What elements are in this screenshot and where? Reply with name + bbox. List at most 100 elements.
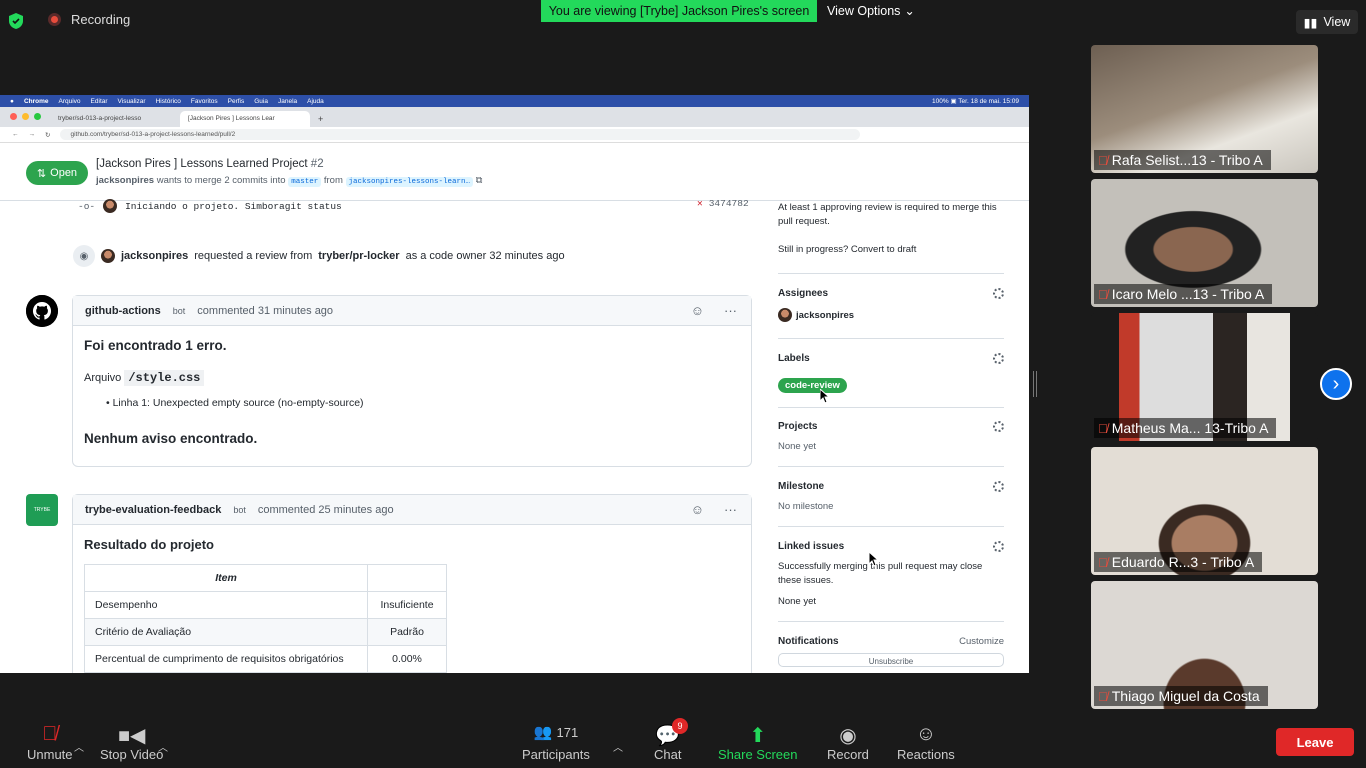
trybe-avatar[interactable]: TRYBE — [26, 494, 58, 526]
mac-menu-4[interactable]: Histórico — [156, 98, 181, 105]
labels-heading[interactable]: Labels — [778, 353, 810, 364]
pull-request-icon: ⇅ — [36, 167, 47, 180]
reload-icon[interactable]: ↻ — [45, 131, 50, 139]
gear-icon[interactable] — [993, 481, 1004, 492]
browser-tab-1[interactable]: tryber/sd-013-a-project-lesso — [50, 111, 180, 127]
more-options-icon[interactable]: ··· — [724, 303, 737, 318]
table-cell: Padrão — [367, 618, 447, 646]
review-user[interactable]: jacksonpires — [121, 250, 188, 262]
table-header-item: Item — [84, 564, 368, 592]
base-branch[interactable]: master — [288, 177, 322, 187]
emoji-reaction-icon[interactable]: ☺ — [691, 303, 704, 318]
back-icon[interactable]: ← — [12, 131, 19, 138]
security-shield-icon[interactable] — [8, 12, 24, 30]
gear-icon[interactable] — [993, 541, 1004, 552]
fail-x-icon[interactable]: ✕ — [697, 198, 703, 209]
muted-mic-icon: 🎙̸ — [1098, 286, 1108, 302]
gear-icon[interactable] — [993, 288, 1004, 299]
comment-author[interactable]: github-actions — [85, 305, 161, 317]
participants-label: Participants — [522, 747, 590, 762]
assignee-name[interactable]: jacksonpires — [796, 310, 854, 321]
gear-icon[interactable] — [993, 421, 1004, 432]
divider — [778, 338, 1004, 339]
participant-tile-5[interactable]: 🎙̸ Thiago Miguel da Costa — [1091, 581, 1318, 709]
error-bullet: • Linha 1: Unexpected empty source (no-e… — [106, 397, 364, 409]
milestone-heading[interactable]: Milestone — [778, 481, 824, 492]
panel-resize-handle[interactable] — [1033, 371, 1037, 397]
browser-tab-2[interactable]: [Jackson Pires ] Lessons Lear — [180, 111, 310, 127]
recording-indicator[interactable]: Recording — [48, 12, 130, 27]
label-row: code-review — [778, 375, 1004, 393]
video-options-caret-icon[interactable]: ︿ — [158, 739, 168, 754]
muted-mic-icon: 🎙̸ — [1098, 688, 1108, 704]
comment-author[interactable]: trybe-evaluation-feedback — [85, 504, 221, 516]
chevron-right-icon: › — [1332, 372, 1340, 395]
head-branch[interactable]: jacksonpires-lessons-learn… — [345, 177, 474, 187]
review-team[interactable]: tryber/pr-locker — [318, 250, 399, 262]
participant-tile-3[interactable]: 🎙̸ Matheus Ma... 13-Tribo A — [1091, 313, 1318, 441]
pr-author-link[interactable]: jacksonpires — [96, 175, 154, 186]
linked-issues-value: None yet — [778, 596, 817, 607]
mac-menu-9[interactable]: Ajuda — [307, 98, 324, 105]
mac-menu-1[interactable]: Arquivo — [59, 98, 81, 105]
mac-menu-3[interactable]: Visualizar — [118, 98, 146, 105]
viewing-screen-banner: You are viewing [Trybe] Jackson Pires's … — [541, 0, 817, 22]
view-options-button[interactable]: View Options ⌄ — [827, 3, 915, 19]
customize-link[interactable]: Customize — [959, 636, 1004, 647]
pr-merge-text: wants to merge 2 commits into — [156, 175, 286, 186]
assignees-heading[interactable]: Assignees — [778, 288, 828, 299]
label-code-review[interactable]: code-review — [778, 378, 847, 393]
avatar — [103, 199, 118, 213]
next-page-button[interactable]: › — [1320, 368, 1352, 400]
share-screen-icon: ⬆ — [749, 725, 767, 747]
comment-time[interactable]: commented 25 minutes ago — [258, 504, 394, 516]
emoji-reaction-icon[interactable]: ☺ — [691, 502, 704, 517]
milestone-value: No milestone — [778, 501, 834, 512]
mac-menu-6[interactable]: Perfis — [228, 98, 245, 105]
divider — [778, 526, 1004, 527]
maximize-window-icon[interactable] — [34, 113, 41, 120]
participant-tile-4[interactable]: 🎙̸ Eduardo R...3 - Tribo A — [1091, 447, 1318, 575]
url-field[interactable]: github.com/tryber/sd-013-a-project-lesso… — [60, 129, 861, 140]
github-actions-avatar[interactable] — [26, 295, 58, 327]
mac-menu-2[interactable]: Editar — [91, 98, 108, 105]
record-button[interactable]: ◉ Record — [827, 723, 869, 762]
minimize-window-icon[interactable] — [22, 113, 29, 120]
mac-menu-8[interactable]: Janela — [278, 98, 297, 105]
participants-button[interactable]: 👥 171 Participants — [522, 723, 590, 762]
copy-branch-icon[interactable]: ⧉ — [476, 175, 483, 186]
more-options-icon[interactable]: ··· — [724, 502, 737, 517]
participant-tile-2[interactable]: 🎙̸ Icaro Melo ...13 - Tribo A — [1091, 179, 1318, 307]
leave-button[interactable]: Leave — [1276, 728, 1354, 756]
reactions-button[interactable]: ☺ Reactions — [897, 723, 955, 762]
forward-icon[interactable]: → — [29, 131, 36, 138]
shared-screen[interactable]: ● Chrome Arquivo Editar Visualizar Histó… — [0, 95, 1029, 673]
participants-caret-icon[interactable]: ︿ — [613, 739, 623, 754]
mac-menu-7[interactable]: Guia — [254, 98, 268, 105]
audio-options-caret-icon[interactable]: ︿ — [74, 739, 84, 754]
divider — [778, 273, 1004, 274]
participant-name-tag: 🎙̸ Eduardo R...3 - Tribo A — [1094, 552, 1263, 572]
new-tab-icon[interactable]: + — [310, 114, 331, 127]
mac-menu-bar: ● Chrome Arquivo Editar Visualizar Histó… — [0, 95, 1029, 107]
share-screen-button[interactable]: ⬆ Share Screen — [718, 723, 798, 762]
file-line: Arquivo /style.css — [84, 370, 740, 386]
stop-video-button[interactable]: ■◀ Stop Video — [100, 723, 163, 762]
commit-message[interactable]: Iniciando o projeto. Simboragit status — [125, 201, 342, 212]
convert-to-draft-link[interactable]: Still in progress? Convert to draft — [778, 244, 1004, 255]
close-window-icon[interactable] — [10, 113, 17, 120]
linked-issues-heading[interactable]: Linked issues — [778, 541, 844, 552]
comment-time[interactable]: commented 31 minutes ago — [197, 305, 333, 317]
bot-badge: bot — [233, 504, 246, 515]
mac-menu-0[interactable]: Chrome — [24, 98, 49, 105]
gear-icon[interactable] — [993, 353, 1004, 364]
mac-menu-5[interactable]: Favoritos — [191, 98, 218, 105]
view-button[interactable]: ▮▮ View — [1296, 10, 1358, 34]
projects-heading[interactable]: Projects — [778, 421, 817, 432]
participant-name: Rafa Selist...13 - Tribo A — [1111, 152, 1263, 168]
file-path: /style.css — [124, 370, 205, 386]
unsubscribe-button[interactable]: Unsubscribe — [778, 653, 1004, 667]
unmute-button[interactable]: 🎙̸ Unmute — [27, 723, 73, 762]
participant-tile-1[interactable]: 🎙̸ Rafa Selist...13 - Tribo A — [1091, 45, 1318, 173]
commit-sha[interactable]: 3474782 — [709, 198, 749, 209]
